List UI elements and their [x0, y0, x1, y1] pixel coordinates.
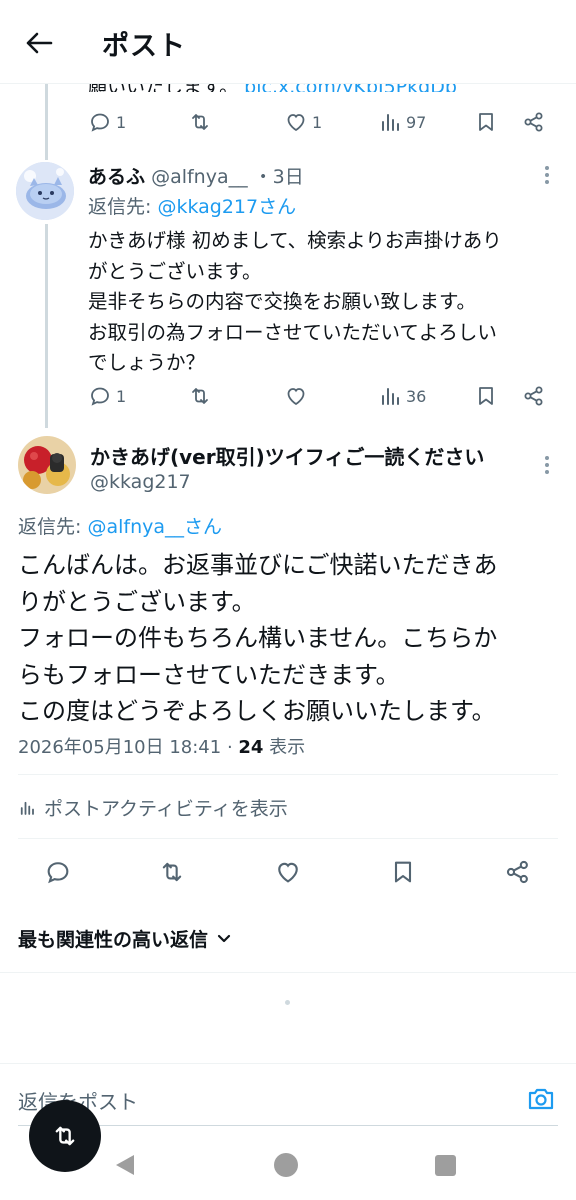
- post-body: かきあげ様 初めまして、検索よりお声掛けあり がとうございます。 是非そちらの内…: [88, 229, 502, 374]
- divider: [18, 838, 558, 839]
- reply-icon: [91, 387, 109, 406]
- repost-button[interactable]: [188, 104, 212, 140]
- reply-icon: [91, 113, 109, 132]
- thread-line: [45, 224, 48, 428]
- repost-icon: [192, 114, 208, 130]
- views-icon: [382, 388, 399, 405]
- post-metadata: 2026年05月10日 18:41 · 24 表示: [18, 737, 306, 758]
- reply-icon: [47, 862, 69, 884]
- like-button[interactable]: 1: [284, 104, 322, 140]
- views-icon: [382, 114, 399, 131]
- avatar[interactable]: [16, 162, 74, 220]
- chevron-down-icon: [217, 934, 231, 942]
- reply-post-actions: 1 36: [88, 378, 558, 414]
- bookmark-icon: [479, 387, 493, 405]
- camera-icon[interactable]: [526, 1084, 556, 1114]
- views-button[interactable]: 97: [378, 104, 426, 140]
- loading-indicator: [285, 1000, 290, 1005]
- repost-button[interactable]: [152, 852, 192, 892]
- post-time: ・3日: [253, 166, 304, 188]
- reply-to-mention[interactable]: @kkag217さん: [157, 196, 296, 218]
- author-name[interactable]: かきあげ(ver取引)ツイフィご一読ください: [90, 441, 484, 470]
- share-icon: [524, 112, 543, 132]
- heart-icon: [287, 388, 305, 406]
- divider: [18, 774, 558, 775]
- bookmark-button[interactable]: [474, 378, 498, 414]
- bookmark-button[interactable]: [474, 104, 498, 140]
- nav-home-icon[interactable]: [274, 1153, 298, 1177]
- heart-icon: [287, 114, 305, 132]
- share-button[interactable]: [498, 852, 538, 892]
- bookmark-icon: [479, 113, 493, 131]
- reply-to-line: 返信先: @kkag217さん: [88, 196, 297, 218]
- prev-post-actions: 1 1 97: [88, 104, 558, 140]
- reply-button[interactable]: [38, 852, 78, 892]
- repost-button[interactable]: [188, 378, 212, 414]
- views-button[interactable]: 36: [378, 378, 426, 414]
- author-handle[interactable]: @kkag217: [90, 471, 191, 493]
- reply-button[interactable]: 1: [88, 104, 126, 140]
- bookmark-icon: [394, 861, 412, 883]
- reply-to-mention[interactable]: @alfnya__さん: [87, 516, 222, 538]
- heart-icon: [278, 862, 298, 883]
- share-button[interactable]: [522, 378, 546, 414]
- nav-recent-apps-icon[interactable]: [435, 1155, 456, 1176]
- reply-button[interactable]: 1: [88, 378, 126, 414]
- post-datetime[interactable]: 2026年05月10日 18:41: [18, 737, 221, 758]
- views-icon: [20, 801, 34, 815]
- main-post-body: こんばんは。お返事並びにご快諾いただきあ りがとうございます。 フォローの件もち…: [18, 551, 498, 725]
- views-count: 24: [238, 737, 264, 758]
- page-title: ポスト: [102, 31, 186, 62]
- divider: [0, 972, 576, 973]
- more-options-icon[interactable]: [536, 164, 558, 186]
- floating-repost-button[interactable]: [29, 1100, 101, 1172]
- author-name[interactable]: あるふ: [88, 166, 145, 188]
- reply-sort-dropdown[interactable]: 最も関連性の高い返信: [18, 925, 232, 952]
- repost-icon: [55, 1126, 75, 1146]
- reply-to-line: 返信先: @alfnya__さん: [18, 516, 222, 538]
- author-line: あるふ @alfnya__ ・3日: [88, 162, 304, 189]
- post-activity-link[interactable]: ポストアクティビティを表示: [18, 794, 288, 821]
- like-button[interactable]: [284, 378, 308, 414]
- repost-icon: [192, 388, 208, 404]
- repost-icon: [162, 862, 182, 882]
- share-icon: [506, 860, 528, 884]
- like-button[interactable]: [268, 852, 308, 892]
- more-options-icon[interactable]: [536, 454, 558, 476]
- back-arrow-icon[interactable]: [22, 26, 56, 60]
- share-icon: [524, 386, 543, 406]
- avatar[interactable]: [18, 436, 76, 494]
- bookmark-button[interactable]: [383, 852, 423, 892]
- share-button[interactable]: [522, 104, 546, 140]
- main-post-actions: [0, 852, 576, 892]
- top-bar: ポスト: [0, 0, 576, 84]
- thread-line: [45, 84, 48, 160]
- nav-back-icon[interactable]: [114, 1153, 138, 1181]
- author-handle[interactable]: @alfnya__: [151, 166, 248, 188]
